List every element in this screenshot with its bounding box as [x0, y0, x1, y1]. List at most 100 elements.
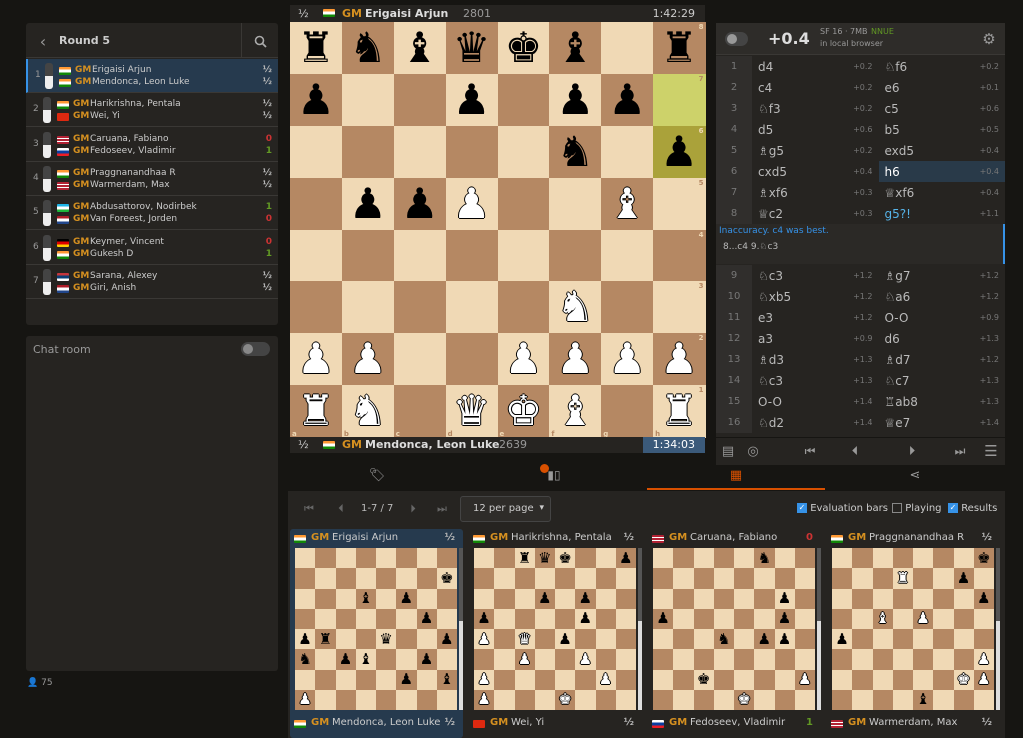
gear-icon[interactable]: ⚙ — [980, 30, 998, 48]
target-icon[interactable]: ◎ — [745, 443, 761, 459]
square-c5[interactable]: ♟ — [393, 177, 447, 230]
square-a5[interactable] — [290, 177, 343, 230]
white-bishop-icon[interactable]: ♝ — [601, 178, 653, 230]
square-a3[interactable] — [290, 281, 343, 334]
square-g3[interactable] — [601, 281, 654, 334]
move-black[interactable]: ♘c7 +1.3 — [879, 370, 1006, 391]
square-d6[interactable] — [445, 125, 498, 179]
move-black[interactable]: b5 +0.5 — [879, 119, 1006, 140]
tab-multiboard[interactable]: ▦ — [647, 460, 825, 490]
black-bishop-icon[interactable]: ♝ — [394, 22, 446, 74]
square-g7[interactable]: ♟ — [601, 73, 654, 127]
square-h3[interactable]: 3 — [653, 281, 706, 334]
last-move-icon[interactable]: ⏭ — [951, 443, 969, 459]
square-h1[interactable]: ♜ 1 h — [653, 385, 706, 438]
square-h8[interactable]: ♜ 8 — [653, 22, 706, 75]
square-f6[interactable]: ♞ — [549, 125, 602, 179]
opt-playing[interactable]: Playing — [892, 503, 942, 514]
move-white[interactable]: ♘c3 +1.2 — [752, 265, 879, 286]
move-black[interactable]: ♕e7 +1.4 — [879, 412, 1006, 433]
white-king-icon[interactable]: ♚ — [498, 385, 550, 437]
move-white[interactable]: ♗xf6 +0.3 — [752, 182, 879, 203]
white-pawn-icon[interactable]: ♟ — [549, 333, 601, 385]
next-move-icon[interactable]: ⏵ — [903, 443, 921, 459]
square-c8[interactable]: ♝ — [393, 22, 447, 75]
square-c3[interactable] — [393, 281, 447, 334]
per-page-select[interactable]: 12 per page ▾ — [460, 496, 551, 522]
first-move-icon[interactable]: ⏮ — [801, 443, 819, 459]
square-e5[interactable] — [497, 177, 550, 230]
square-e8[interactable]: ♚ — [497, 22, 550, 75]
move-white[interactable]: ♘c3 +1.3 — [752, 370, 879, 391]
move-white[interactable]: ♗d3 +1.3 — [752, 349, 879, 370]
move-black[interactable]: ♘f6 +0.2 — [879, 56, 1006, 77]
black-queen-icon[interactable]: ♛ — [446, 22, 498, 74]
square-a4[interactable] — [290, 229, 343, 282]
move-black[interactable]: ♗g7 +1.2 — [879, 265, 1006, 286]
opt-eval-bars[interactable]: ✓ Evaluation bars — [797, 503, 888, 514]
square-f7[interactable]: ♟ — [549, 73, 602, 127]
move-black[interactable]: ♕xf6 +0.4 — [879, 182, 1006, 203]
black-pawn-icon[interactable]: ♟ — [342, 178, 394, 230]
square-f4[interactable] — [549, 229, 602, 282]
square-e3[interactable] — [497, 281, 550, 334]
mini-board[interactable]: ♜ ♛ ♚ ♟ ♟ ♟ ♟ ♟ ♟ ♛ ♟ ♟ ♟ ♟ ♟ ♟ ♚ — [474, 548, 637, 711]
square-f2[interactable]: ♟ — [549, 333, 602, 386]
black-pawn-icon[interactable]: ♟ — [290, 74, 342, 126]
white-rook-icon[interactable]: ♜ — [653, 385, 705, 437]
opt-results[interactable]: ✓ Results — [948, 503, 997, 514]
white-bishop-icon[interactable]: ♝ — [549, 385, 601, 437]
menu-icon[interactable]: ☰ — [982, 442, 1000, 460]
search-icon[interactable] — [252, 33, 268, 49]
square-h6[interactable]: ♟ 6 — [653, 125, 706, 179]
game-row[interactable]: 3 GM Caruana, Fabiano 0 GM Fedoseev, Vladimir… — [26, 128, 278, 162]
engine-toggle[interactable] — [725, 32, 748, 46]
square-b1[interactable]: ♞ b — [341, 385, 395, 438]
white-knight-icon[interactable]: ♞ — [342, 385, 394, 437]
move-black[interactable]: O-O +0.9 — [879, 307, 1006, 328]
square-f3[interactable]: ♞ — [549, 281, 602, 334]
square-e4[interactable] — [497, 229, 550, 282]
move-black[interactable]: ♘a6 +1.2 — [879, 286, 1006, 307]
mini-board[interactable]: ♚ ♜ ♟ ♟ ♝ ♟ ♟ ♟ ♚ ♟ ♝ — [832, 548, 995, 711]
pager-first-icon[interactable]: ⏮ — [301, 501, 317, 517]
square-b4[interactable] — [341, 229, 395, 282]
square-d7[interactable]: ♟ — [445, 73, 498, 127]
move-white[interactable]: a3 +0.9 — [752, 328, 879, 349]
prev-move-icon[interactable]: ⏴ — [846, 443, 864, 459]
square-c4[interactable] — [393, 229, 447, 282]
black-king-icon[interactable]: ♚ — [498, 22, 550, 74]
game-row[interactable]: 1 GM Erigaisi Arjun ½ GM Mendonca, Leon Luke ½ — [26, 59, 278, 93]
square-g5[interactable]: ♝ — [601, 177, 654, 230]
square-g8[interactable] — [601, 22, 654, 75]
black-bishop-icon[interactable]: ♝ — [549, 22, 601, 74]
bottom-name[interactable]: Mendonca, Leon Luke — [365, 438, 499, 451]
white-knight-icon[interactable]: ♞ — [549, 281, 601, 333]
game-row[interactable]: 5 GM Abdusattorov, Nodirbek 1 GM Van Foreest,… — [26, 196, 278, 231]
move-white[interactable]: ♘d2 +1.4 — [752, 412, 879, 433]
square-a7[interactable]: ♟ — [290, 73, 343, 127]
mini-game[interactable]: GM Harikrishna, Pentala ½ GM Wei, Yi ½ ♜ ♛ ♚ ♟ ♟ ♟ ♟… — [469, 529, 642, 738]
square-e1[interactable]: ♚ e — [497, 385, 550, 438]
square-b7[interactable] — [341, 73, 395, 127]
black-knight-icon[interactable]: ♞ — [549, 126, 601, 178]
move-white[interactable]: O-O +1.4 — [752, 391, 879, 412]
square-d5[interactable]: ♟ — [445, 177, 498, 230]
square-d2[interactable] — [445, 333, 498, 386]
black-pawn-icon[interactable]: ♟ — [653, 126, 705, 178]
white-pawn-icon[interactable]: ♟ — [653, 333, 705, 385]
mini-board[interactable]: ♚ ♝ ♟ ♟ ♟ ♜ ♛ ♟ ♞ ♟ ♝ ♟ ♟ ♝ ♟ — [295, 548, 458, 711]
move-black[interactable]: exd5 +0.4 — [879, 140, 1006, 161]
white-pawn-icon[interactable]: ♟ — [342, 333, 394, 385]
square-c2[interactable] — [393, 333, 447, 386]
square-c1[interactable]: c — [393, 385, 447, 438]
game-row[interactable]: 6 GM Keymer, Vincent 0 GM Gukesh D 1 — [26, 231, 278, 265]
square-f8[interactable]: ♝ — [549, 22, 602, 75]
mini-game[interactable]: GM Erigaisi Arjun ½ GM Mendonca, Leon Luke ½ ♚… — [290, 529, 463, 738]
square-c6[interactable] — [393, 125, 447, 179]
square-a1[interactable]: ♜ a — [290, 385, 343, 438]
game-row[interactable]: 4 GM Praggnanandhaa R ½ GM Warmerdam, Max ½ — [26, 162, 278, 196]
square-c7[interactable] — [393, 73, 447, 127]
square-e6[interactable] — [497, 125, 550, 179]
square-b5[interactable]: ♟ — [341, 177, 395, 230]
